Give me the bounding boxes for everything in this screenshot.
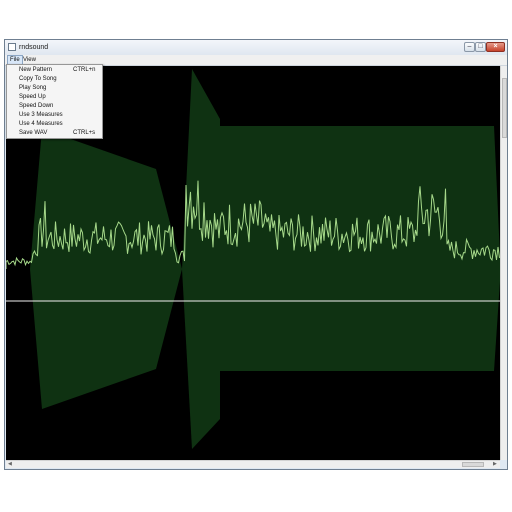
minimize-button[interactable]: – [464,42,475,52]
menu-item-label: Speed Down [19,103,54,109]
menu-item-speed-up[interactable]: Speed Up [7,93,102,101]
vertical-scrollbar[interactable] [500,66,507,460]
scroll-left-icon[interactable]: ◀ [8,461,12,467]
window-title: rndsound [19,44,49,51]
scroll-right-icon[interactable]: ▶ [493,461,497,467]
menu-item-label: Use 3 Measures [19,112,63,118]
maximize-button[interactable]: □ [475,42,486,52]
menu-item-speed-down[interactable]: Speed Down [7,102,102,110]
close-button[interactable]: × [486,42,505,52]
menu-item-label: Use 4 Measures [19,121,63,127]
menu-item-label: Play Song [19,85,47,91]
menu-item-save-wav[interactable]: Save WAV CTRL+s [7,129,102,137]
app-icon [8,43,16,51]
menu-item-label: Speed Up [19,94,46,100]
menu-item-use-3-measures[interactable]: Use 3 Measures [7,111,102,119]
vertical-scroll-thumb[interactable] [502,78,507,138]
menu-view[interactable]: View [21,56,38,64]
menu-item-shortcut: CTRL+s [73,130,96,136]
menu-item-play-song[interactable]: Play Song [7,84,102,92]
envelope-shape [206,126,500,371]
horizontal-scroll-thumb[interactable] [462,462,484,467]
file-menu-dropdown: New Pattern CTRL+n Copy To Song Play Son… [6,64,103,139]
menu-item-copy-to-song[interactable]: Copy To Song [7,75,102,83]
horizontal-scrollbar[interactable]: ◀ ▶ [6,460,500,468]
menu-item-label: New Pattern [19,67,53,73]
menu-item-label: Save WAV [19,130,48,136]
menu-item-use-4-measures[interactable]: Use 4 Measures [7,120,102,128]
menu-item-new-pattern[interactable]: New Pattern CTRL+n [7,66,102,74]
menu-item-shortcut: CTRL+n [73,67,96,73]
title-bar: rndsound – □ × [5,40,507,56]
menu-item-label: Copy To Song [19,76,57,82]
